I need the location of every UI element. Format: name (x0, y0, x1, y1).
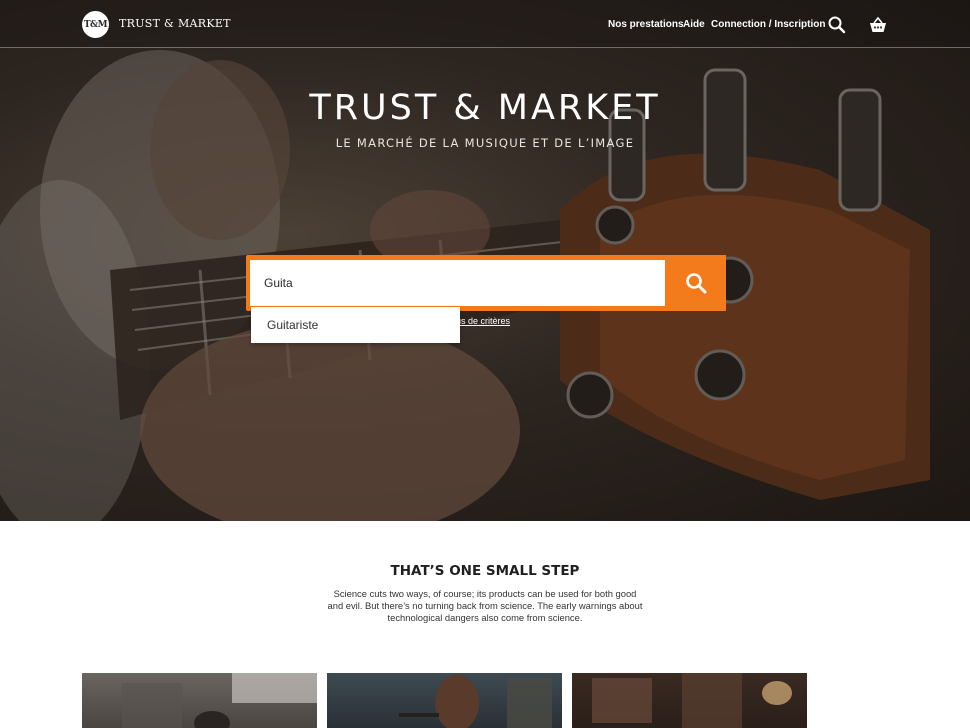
more-criteria-link[interactable]: us de critères (456, 316, 510, 326)
content-card-1[interactable] (82, 673, 317, 728)
card-1-photo (122, 673, 317, 728)
hero-title: TRUST & MARKET (309, 88, 661, 128)
nav-connection-link[interactable]: Connection / Inscription (711, 19, 825, 30)
top-navigation: T&M TRUST & MARKET Nos prestations Aide … (0, 0, 970, 48)
content-card-3[interactable] (572, 673, 807, 728)
autocomplete-dropdown: Guitariste (251, 307, 460, 343)
card-2-photo (399, 675, 552, 728)
basket-icon[interactable] (868, 15, 888, 35)
nav-aide-link[interactable]: Aide (683, 19, 705, 30)
nav-prestations-link[interactable]: Nos prestations (608, 19, 684, 30)
logo-badge[interactable]: T&M (82, 11, 109, 38)
section-title: THAT’S ONE SMALL STEP (390, 563, 580, 579)
brand-name[interactable]: TRUST & MARKET (119, 17, 231, 30)
hero-banner: T&M TRUST & MARKET Nos prestations Aide … (0, 0, 970, 521)
search-input[interactable] (250, 260, 665, 306)
hero-subtitle: LE MARCHÉ DE LA MUSIQUE ET DE L’IMAGE (335, 136, 635, 150)
search-icon (685, 273, 706, 294)
search-bar (246, 255, 726, 311)
content-card-2[interactable] (327, 673, 562, 728)
section-body: Science cuts two ways, of course; its pr… (327, 588, 643, 624)
search-icon[interactable] (827, 15, 847, 35)
search-submit-button[interactable] (665, 255, 726, 311)
autocomplete-option-guitariste[interactable]: Guitariste (251, 307, 460, 343)
card-3-photo (592, 673, 792, 728)
